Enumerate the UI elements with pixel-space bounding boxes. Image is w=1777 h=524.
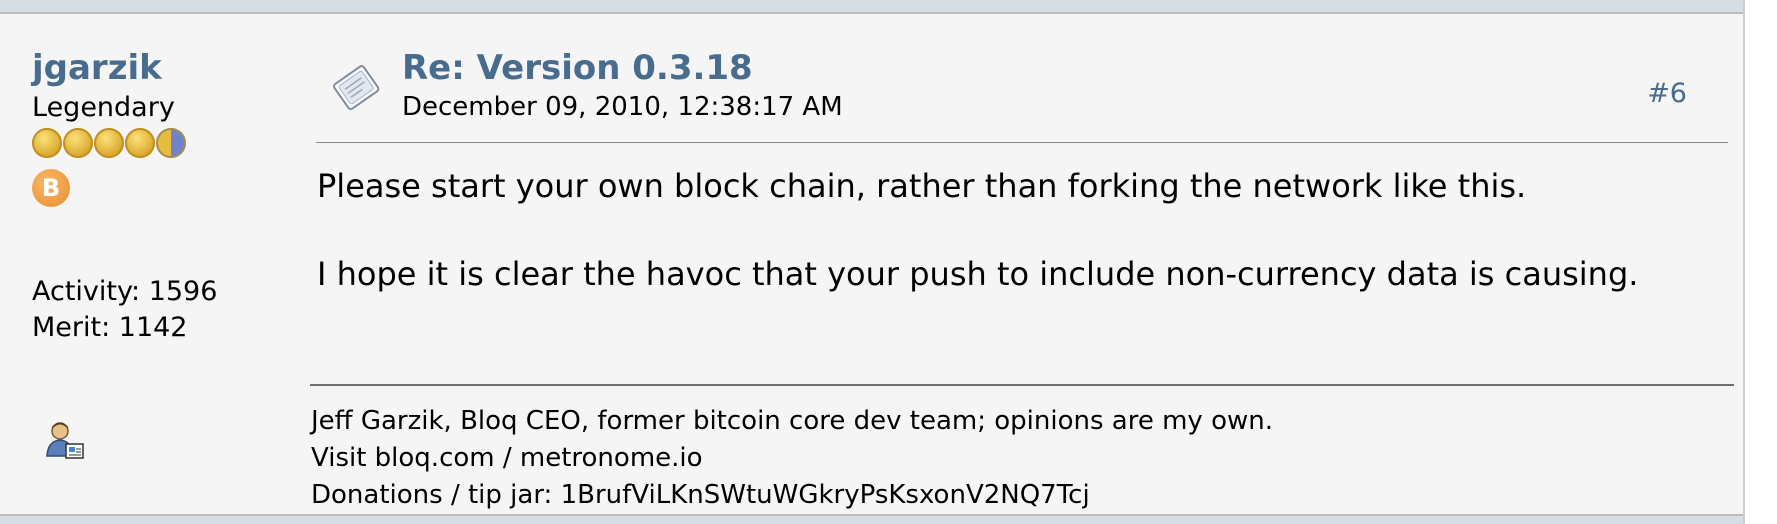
post-timestamp: December 09, 2010, 12:38:17 AM xyxy=(402,92,843,122)
signature-line: Donations / tip jar: 1BrufViLKnSWtuWGkry… xyxy=(311,480,1090,510)
post-container: jgarzik Legendary B Activity: 1596 Merit… xyxy=(0,14,1743,514)
poster-activity: Activity: 1596 xyxy=(32,276,218,307)
signature-divider xyxy=(310,384,1734,386)
signature-line: Jeff Garzik, Bloq CEO, former bitcoin co… xyxy=(311,406,1273,436)
top-strip xyxy=(0,0,1743,12)
post-number-link[interactable]: #6 xyxy=(1647,78,1687,109)
post-body: Please start your own block chain, rathe… xyxy=(317,164,1707,296)
poster-merit: Merit: 1142 xyxy=(32,312,188,343)
forum-post-frame: jgarzik Legendary B Activity: 1596 Merit… xyxy=(0,0,1745,524)
post-paragraph: Please start your own block chain, rathe… xyxy=(317,167,1527,205)
half-coin-icon xyxy=(156,128,186,158)
poster-rank: Legendary xyxy=(32,92,175,123)
post-paragraph: I hope it is clear the havoc that your p… xyxy=(317,255,1639,293)
gold-coin-icon xyxy=(63,128,93,158)
post-subject-link[interactable]: Re: Version 0.3.18 xyxy=(402,48,753,88)
gold-coin-icon xyxy=(94,128,124,158)
user-profile-icon[interactable] xyxy=(44,420,86,462)
poster-name-link[interactable]: jgarzik xyxy=(32,48,162,88)
message-document-icon xyxy=(328,58,386,116)
gold-coin-icon xyxy=(32,128,62,158)
bitcoin-badge-icon: B xyxy=(32,169,70,207)
gold-coin-icon xyxy=(125,128,155,158)
bottom-strip xyxy=(0,516,1743,524)
signature-line: Visit bloq.com / metronome.io xyxy=(311,443,703,473)
signature: Jeff Garzik, Bloq CEO, former bitcoin co… xyxy=(311,403,1273,514)
header-divider xyxy=(316,142,1728,143)
